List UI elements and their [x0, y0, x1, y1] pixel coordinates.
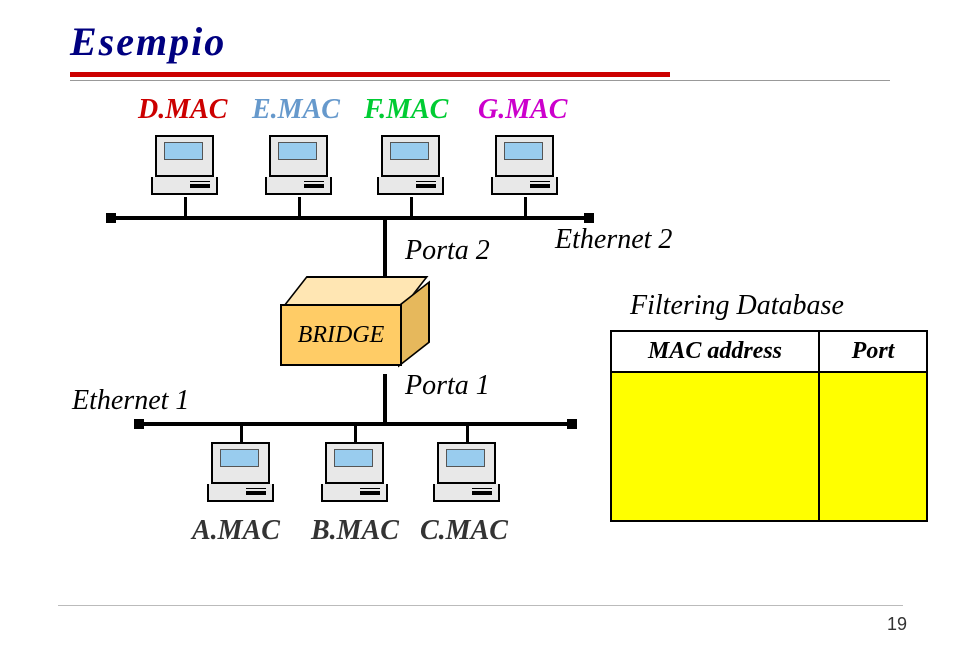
label-e-mac: E.MAC	[252, 94, 340, 126]
label-c-mac: C.MAC	[420, 515, 508, 547]
table-cell-empty	[819, 372, 927, 521]
slide-title: Esempio	[70, 18, 226, 65]
label-a-mac: A.MAC	[192, 515, 280, 547]
table-header-mac: MAC address	[611, 331, 819, 372]
label-b-mac: B.MAC	[311, 515, 399, 547]
stub	[240, 424, 243, 444]
porta2-label: Porta 2	[405, 235, 490, 267]
bus-end	[106, 213, 116, 223]
computer-icon	[211, 442, 274, 502]
bus-end	[567, 419, 577, 429]
stub	[298, 197, 301, 217]
label-f-mac: F.MAC	[364, 94, 448, 126]
ethernet1-label: Ethernet 1	[72, 385, 189, 417]
bridge-label: BRIDGE	[280, 304, 402, 366]
bridge-line-bottom	[383, 374, 387, 424]
stub	[354, 424, 357, 444]
computer-icon	[437, 442, 500, 502]
label-g-mac: G.MAC	[478, 94, 567, 126]
stub	[184, 197, 187, 217]
ethernet2-bus	[110, 216, 590, 220]
bus-end	[134, 419, 144, 429]
computer-icon	[325, 442, 388, 502]
computer-icon	[381, 135, 444, 195]
footer-line	[58, 605, 903, 606]
page-number: 19	[887, 614, 907, 635]
filtering-database-label: Filtering Database	[630, 290, 844, 322]
filtering-database-table: MAC address Port	[610, 330, 928, 522]
title-gray-underline	[70, 80, 890, 81]
stub	[524, 197, 527, 217]
bridge-line-top	[383, 216, 387, 278]
computer-icon	[495, 135, 558, 195]
table-header-port: Port	[819, 331, 927, 372]
computer-icon	[155, 135, 218, 195]
title-red-underline	[70, 72, 670, 77]
table-cell-empty	[611, 372, 819, 521]
ethernet2-label: Ethernet 2	[555, 224, 672, 256]
computer-icon	[269, 135, 332, 195]
stub	[410, 197, 413, 217]
bus-end	[584, 213, 594, 223]
porta1-label: Porta 1	[405, 370, 490, 402]
stub	[466, 424, 469, 444]
label-d-mac: D.MAC	[138, 94, 227, 126]
